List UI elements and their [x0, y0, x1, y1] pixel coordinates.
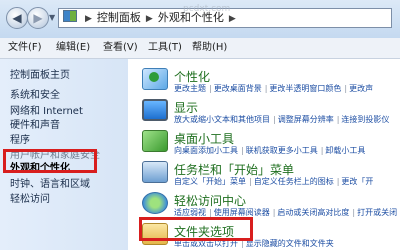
control-panel-icon [63, 10, 77, 22]
task-link[interactable]: 更改半透明窗口颜色 [269, 84, 341, 93]
sidebar-item-clock-language[interactable]: 时钟、语言和区域 [10, 175, 90, 190]
back-arrow-icon: ◀ [12, 11, 22, 25]
task-link[interactable]: 联机获取更多小工具 [246, 146, 318, 155]
task-link[interactable]: 更改主题 [174, 84, 206, 93]
display-icon[interactable] [142, 99, 168, 121]
recent-pages-dropdown-icon[interactable]: ▼ [49, 13, 55, 22]
menu-tools[interactable]: 工具(T) [148, 38, 182, 58]
personalization-icon[interactable] [142, 68, 168, 90]
menu-help[interactable]: 帮助(H) [192, 38, 227, 58]
sidebar-item-system-security[interactable]: 系统和安全 [10, 86, 60, 101]
task-link[interactable]: 使用屏幕阅读器 [214, 208, 270, 217]
task-link[interactable]: 打开或关闭 [357, 208, 397, 217]
task-link[interactable]: 向桌面添加小工具 [174, 146, 238, 155]
sidebar-item-hardware[interactable]: 硬件和声音 [10, 116, 60, 131]
task-link[interactable]: 调整屏幕分辨率 [278, 115, 334, 124]
task-link[interactable]: 更改声 [349, 84, 373, 93]
breadcrumb-arrow-icon[interactable]: ▶ [229, 14, 236, 24]
task-link[interactable]: 连接到投影仪 [341, 115, 389, 124]
forward-arrow-icon: ▶ [33, 11, 43, 25]
breadcrumb-control-panel[interactable]: 控制面板 [97, 11, 141, 24]
task-link[interactable]: 更改桌面背景 [214, 84, 262, 93]
sidebar-item-home[interactable]: 控制面板主页 [10, 66, 70, 81]
task-link[interactable]: 放大或缩小文本和其他项目 [174, 115, 270, 124]
category-links: 更改主题 | 更改桌面背景 | 更改半透明窗口颜色 | 更改声 [174, 84, 374, 93]
sidebar-item-ease-of-access[interactable]: 轻松访问 [10, 190, 50, 205]
ease-of-access-icon[interactable] [142, 192, 168, 214]
task-link[interactable]: 显示隐藏的文件和文件夹 [246, 239, 334, 248]
menu-edit[interactable]: 编辑(E) [56, 38, 90, 58]
task-link[interactable]: 自定义「开始」菜单 [174, 177, 246, 186]
main-content: 个性化 更改主题 | 更改桌面背景 | 更改半透明窗口颜色 | 更改声 显示 放大或缩小文本… [128, 59, 400, 250]
task-link[interactable]: 启动或关闭高对比度 [277, 208, 349, 217]
address-bar-area: ◀ ▶ ▼ ▶ 控制面板 ▶ 外观和个性化 ▶ pcdxt.com [0, 0, 400, 38]
breadcrumb-arrow-icon[interactable]: ▶ [85, 14, 92, 24]
task-link[interactable]: 适应弱视 [174, 208, 206, 217]
watermark: pcdxt.com [183, 4, 231, 14]
menu-view[interactable]: 查看(V) [103, 38, 138, 58]
category-links: 向桌面添加小工具 | 联机获取更多小工具 | 卸载小工具 [174, 146, 366, 155]
menu-bar: 文件(F) 编辑(E) 查看(V) 工具(T) 帮助(H) [0, 38, 400, 59]
task-link[interactable]: 更改「开 [341, 177, 373, 186]
taskbar-icon[interactable] [142, 161, 168, 183]
forward-button[interactable]: ▶ [27, 7, 49, 29]
task-link[interactable]: 卸载小工具 [325, 146, 365, 155]
sidebar-item-programs[interactable]: 程序 [10, 131, 30, 146]
category-links: 放大或缩小文本和其他项目 | 调整屏幕分辨率 | 连接到投影仪 [174, 115, 390, 124]
gadgets-icon[interactable] [142, 130, 168, 152]
task-link[interactable]: 自定义任务栏上的图标 [254, 177, 334, 186]
menu-file[interactable]: 文件(F) [8, 38, 42, 58]
highlight-box-folder-options [139, 217, 253, 241]
category-links: 自定义「开始」菜单 | 自定义任务栏上的图标 | 更改「开 [174, 177, 374, 186]
sidebar-item-network[interactable]: 网络和 Internet [10, 102, 83, 117]
highlight-box-sidebar [3, 149, 97, 173]
back-button[interactable]: ◀ [6, 7, 28, 29]
breadcrumb-arrow-icon[interactable]: ▶ [146, 14, 153, 24]
